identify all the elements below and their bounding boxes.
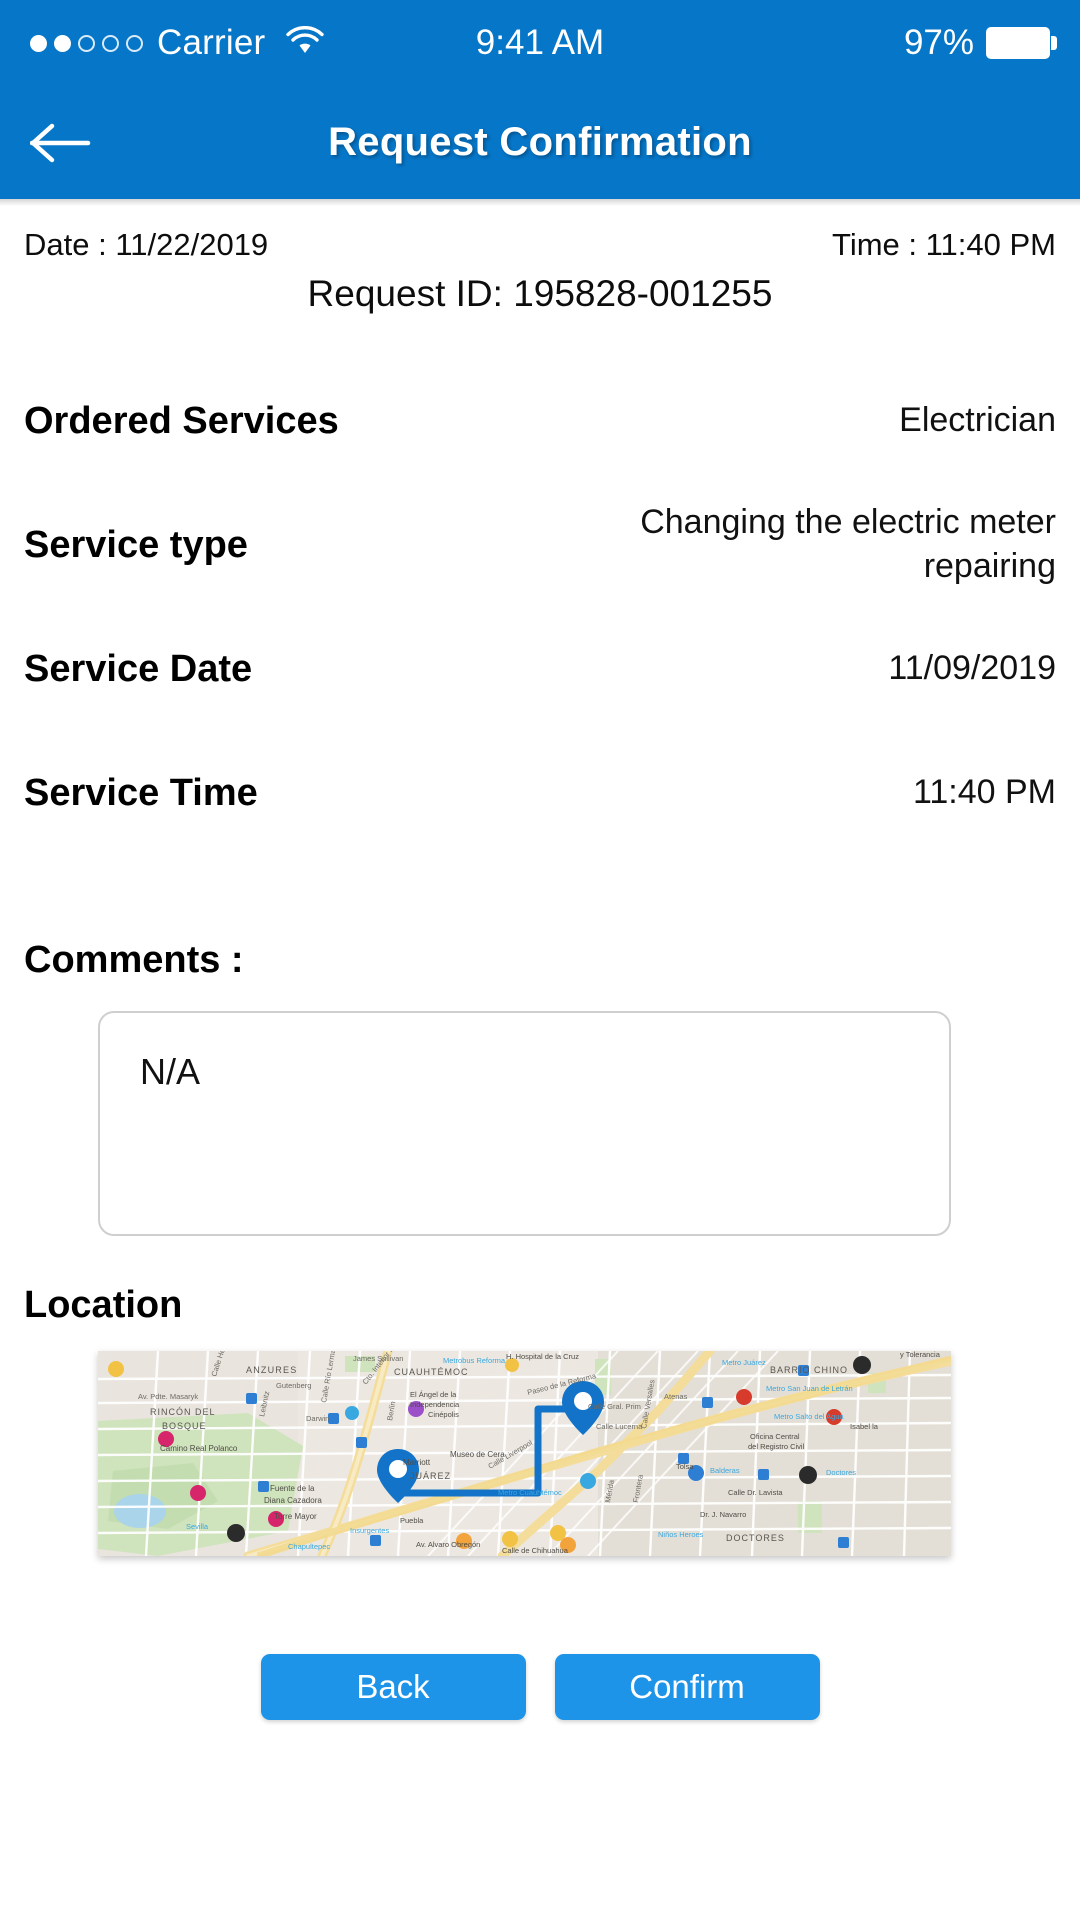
svg-text:Isabel la: Isabel la bbox=[850, 1422, 879, 1431]
svg-text:Oficina Central: Oficina Central bbox=[750, 1432, 800, 1441]
wifi-icon bbox=[285, 25, 325, 61]
nav-bar: Request Confirmation bbox=[0, 86, 1080, 199]
back-action-button[interactable]: Back bbox=[260, 1654, 526, 1720]
detail-label: Service Date bbox=[24, 647, 253, 690]
back-arrow-icon bbox=[30, 123, 91, 162]
request-confirmation-screen: Carrier 9:41 AM 97% Request Confirmation bbox=[0, 0, 1080, 1920]
svg-text:Metro Salto del Agua: Metro Salto del Agua bbox=[774, 1412, 844, 1421]
signal-strength-icon bbox=[30, 34, 143, 52]
svg-text:ANZURES: ANZURES bbox=[246, 1365, 297, 1375]
svg-text:JUÁREZ: JUÁREZ bbox=[410, 1471, 451, 1481]
location-map[interactable]: ANZURES Av. Pdte. Masaryk RINCÓN DEL BOS… bbox=[98, 1351, 951, 1556]
svg-text:Fuente de la: Fuente de la bbox=[270, 1484, 315, 1493]
svg-text:Atenas: Atenas bbox=[664, 1392, 688, 1401]
detail-label: Ordered Services bbox=[24, 399, 339, 442]
svg-text:Camino Real Polanco: Camino Real Polanco bbox=[160, 1444, 238, 1453]
svg-text:BOSQUE: BOSQUE bbox=[162, 1421, 207, 1431]
svg-text:Av. Pdte. Masaryk: Av. Pdte. Masaryk bbox=[138, 1392, 198, 1401]
svg-text:Calle Dr. Lavista: Calle Dr. Lavista bbox=[728, 1488, 783, 1497]
request-date-label: Date : 11/22/2019 bbox=[24, 227, 269, 262]
svg-text:El Ángel de la: El Ángel de la bbox=[410, 1390, 457, 1399]
svg-text:Cinépolis: Cinépolis bbox=[428, 1410, 459, 1419]
svg-text:Independencia: Independencia bbox=[410, 1400, 460, 1409]
action-buttons: Back Confirm bbox=[0, 1654, 1080, 1720]
detail-label: Service type bbox=[24, 523, 248, 566]
svg-text:Torre Mayor: Torre Mayor bbox=[274, 1512, 317, 1521]
request-time-label: Time : 11:40 PM bbox=[832, 227, 1056, 262]
map-image: ANZURES Av. Pdte. Masaryk RINCÓN DEL BOS… bbox=[98, 1351, 951, 1556]
svg-text:Tolsa: Tolsa bbox=[676, 1462, 694, 1471]
svg-text:Metro Juárez: Metro Juárez bbox=[722, 1358, 766, 1367]
detail-row-ordered-services: Ordered Services Electrician bbox=[24, 359, 1056, 483]
detail-label: Service Time bbox=[24, 771, 258, 814]
content-area: Date : 11/22/2019 Time : 11:40 PM Reques… bbox=[0, 199, 1080, 1920]
svg-text:Calle Gral. Prim: Calle Gral. Prim bbox=[588, 1402, 641, 1411]
svg-text:Doctores: Doctores bbox=[826, 1468, 856, 1477]
svg-text:DOCTORES: DOCTORES bbox=[726, 1533, 785, 1543]
comments-value: N/A bbox=[140, 1051, 201, 1092]
svg-text:Metrobus Reforma: Metrobus Reforma bbox=[443, 1356, 506, 1365]
detail-row-service-type: Service type Changing the electric meter… bbox=[24, 483, 1056, 607]
request-id-label: Request ID: 195828-001255 bbox=[307, 273, 773, 314]
detail-value: Electrician bbox=[899, 401, 1056, 440]
details-list: Ordered Services Electrician Service typ… bbox=[0, 359, 1080, 855]
carrier-label: Carrier bbox=[157, 23, 266, 62]
svg-text:RINCÓN DEL: RINCÓN DEL bbox=[150, 1407, 216, 1417]
svg-text:Niños Heroes: Niños Heroes bbox=[658, 1530, 704, 1539]
svg-text:Diana Cazadora: Diana Cazadora bbox=[264, 1496, 322, 1505]
svg-text:Balderas: Balderas bbox=[710, 1466, 740, 1475]
status-bar-left: Carrier bbox=[30, 23, 476, 63]
status-bar: Carrier 9:41 AM 97% bbox=[0, 0, 1080, 86]
svg-text:Darwin: Darwin bbox=[306, 1414, 329, 1423]
svg-text:Av. Alvaro Obregón: Av. Alvaro Obregón bbox=[416, 1540, 480, 1549]
comments-heading: Comments : bbox=[24, 939, 244, 981]
meta-row: Date : 11/22/2019 Time : 11:40 PM bbox=[0, 227, 1080, 263]
detail-value: Changing the electric meter repairing bbox=[640, 503, 1056, 585]
svg-text:Gutenberg: Gutenberg bbox=[276, 1381, 311, 1390]
svg-text:H. Hospital de la Cruz: H. Hospital de la Cruz bbox=[506, 1352, 579, 1361]
svg-text:y Tolerancia: y Tolerancia bbox=[900, 1351, 941, 1359]
detail-row-service-time: Service Time 11:40 PM bbox=[24, 731, 1056, 855]
svg-text:Metro Cuauhtémoc: Metro Cuauhtémoc bbox=[498, 1488, 562, 1497]
status-bar-clock: 9:41 AM bbox=[475, 23, 605, 62]
svg-text:del Registro Civil: del Registro Civil bbox=[748, 1442, 805, 1451]
detail-value: 11:40 PM bbox=[912, 773, 1056, 812]
svg-text:Insurgentes: Insurgentes bbox=[350, 1526, 389, 1535]
confirm-button[interactable]: Confirm bbox=[554, 1654, 820, 1720]
svg-text:BARRIO CHINO: BARRIO CHINO bbox=[770, 1365, 848, 1375]
svg-text:CUAUHTÉMOC: CUAUHTÉMOC bbox=[394, 1367, 469, 1377]
detail-row-service-date: Service Date 11/09/2019 bbox=[24, 607, 1056, 731]
svg-text:Chapultepec: Chapultepec bbox=[288, 1542, 330, 1551]
svg-text:Calle de Chihuahua: Calle de Chihuahua bbox=[502, 1546, 569, 1555]
svg-text:Metro San Juan de Letrán: Metro San Juan de Letrán bbox=[766, 1384, 853, 1393]
svg-text:Calle Lucerna: Calle Lucerna bbox=[596, 1422, 643, 1431]
back-button[interactable] bbox=[26, 108, 96, 178]
page-title: Request Confirmation bbox=[328, 120, 752, 164]
detail-value: 11/09/2019 bbox=[888, 649, 1056, 688]
status-bar-right: 97% bbox=[604, 23, 1058, 63]
svg-text:Dr. J. Navarro: Dr. J. Navarro bbox=[700, 1510, 746, 1519]
comments-textbox[interactable]: N/A bbox=[98, 1011, 951, 1236]
svg-text:Marriott: Marriott bbox=[403, 1458, 431, 1467]
battery-percent-label: 97% bbox=[903, 23, 975, 62]
svg-text:Sevilla: Sevilla bbox=[186, 1522, 209, 1531]
location-heading: Location bbox=[24, 1284, 183, 1326]
battery-icon bbox=[986, 27, 1058, 59]
svg-text:Puebla: Puebla bbox=[400, 1516, 424, 1525]
